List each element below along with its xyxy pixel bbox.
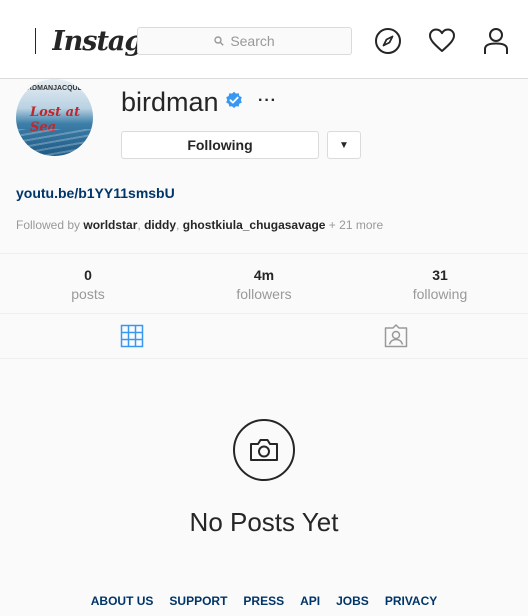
footer-link-api[interactable]: API [300,594,320,608]
profile-person-icon[interactable] [482,27,510,55]
empty-state-title: No Posts Yet [189,507,339,537]
footer-link-press[interactable]: PRESS [243,594,284,608]
search-icon [214,36,225,46]
profile-stats: 0 posts 4m followers 31 following [0,253,528,314]
avatar-artist-right: JACQUEES [53,85,92,92]
stat-posts-count: 0 [84,267,92,283]
top-navigation: Instagram Search [0,0,528,79]
followed-by-user[interactable]: worldstar [83,218,137,232]
tab-grid-icon[interactable] [120,324,144,348]
explore-compass-icon[interactable] [374,27,402,55]
stat-followers-count: 4m [253,267,275,283]
stat-followers[interactable]: 4m followers [176,266,352,304]
stat-following-count: 31 [432,267,448,283]
stat-following[interactable]: 31 following [352,266,528,304]
suggestions-dropdown-button[interactable]: ▼ [327,131,361,159]
following-button[interactable]: Following [121,131,319,159]
profile-avatar[interactable]: BIRDMAN JACQUEES Lost at Sea [16,79,93,156]
stat-posts: 0 posts [0,266,176,304]
footer-link-jobs[interactable]: JOBS [336,594,369,608]
avatar-artwork-credits: BIRDMAN JACQUEES [20,85,92,92]
stat-followers-label: followers [236,286,292,302]
heart-icon[interactable] [428,27,456,55]
tab-tagged-icon[interactable] [384,324,408,348]
camera-icon [250,439,278,461]
footer-link-support[interactable]: SUPPORT [169,594,227,608]
more-options-icon[interactable]: ··· [258,92,277,110]
footer-link-about[interactable]: ABOUT US [91,594,154,608]
profile-tabs [0,314,528,359]
profile-website-link[interactable]: youtu.be/b1YY11smsbU [16,185,175,201]
instagram-logo[interactable]: Instagram [52,22,138,62]
chevron-down-icon: ▼ [339,139,349,151]
search-placeholder: Search [230,33,275,49]
followed-by-prefix: Followed by [16,218,81,232]
profile-username: birdman [121,87,219,117]
footer-link-privacy[interactable]: PRIVACY [385,594,437,608]
followed-by-line: Followed by worldstar, diddy, ghostkiula… [16,218,384,232]
empty-state-camera-badge [233,419,295,481]
avatar-sea-waves [16,129,93,156]
followed-by-user[interactable]: diddy [144,218,176,232]
nav-divider [35,28,36,54]
followed-by-more[interactable]: + 21 more [329,218,383,232]
stat-following-label: following [412,286,468,302]
stat-posts-label: posts [71,286,105,302]
followed-by-user[interactable]: ghostkiula_chugasavage [183,218,326,232]
footer-links: ABOUT US SUPPORT PRESS API JOBS PRIVACY [0,594,528,608]
avatar-artist-left: BIRDMAN [20,85,54,92]
search-input[interactable]: Search [137,27,352,55]
verified-badge-icon [226,91,242,108]
